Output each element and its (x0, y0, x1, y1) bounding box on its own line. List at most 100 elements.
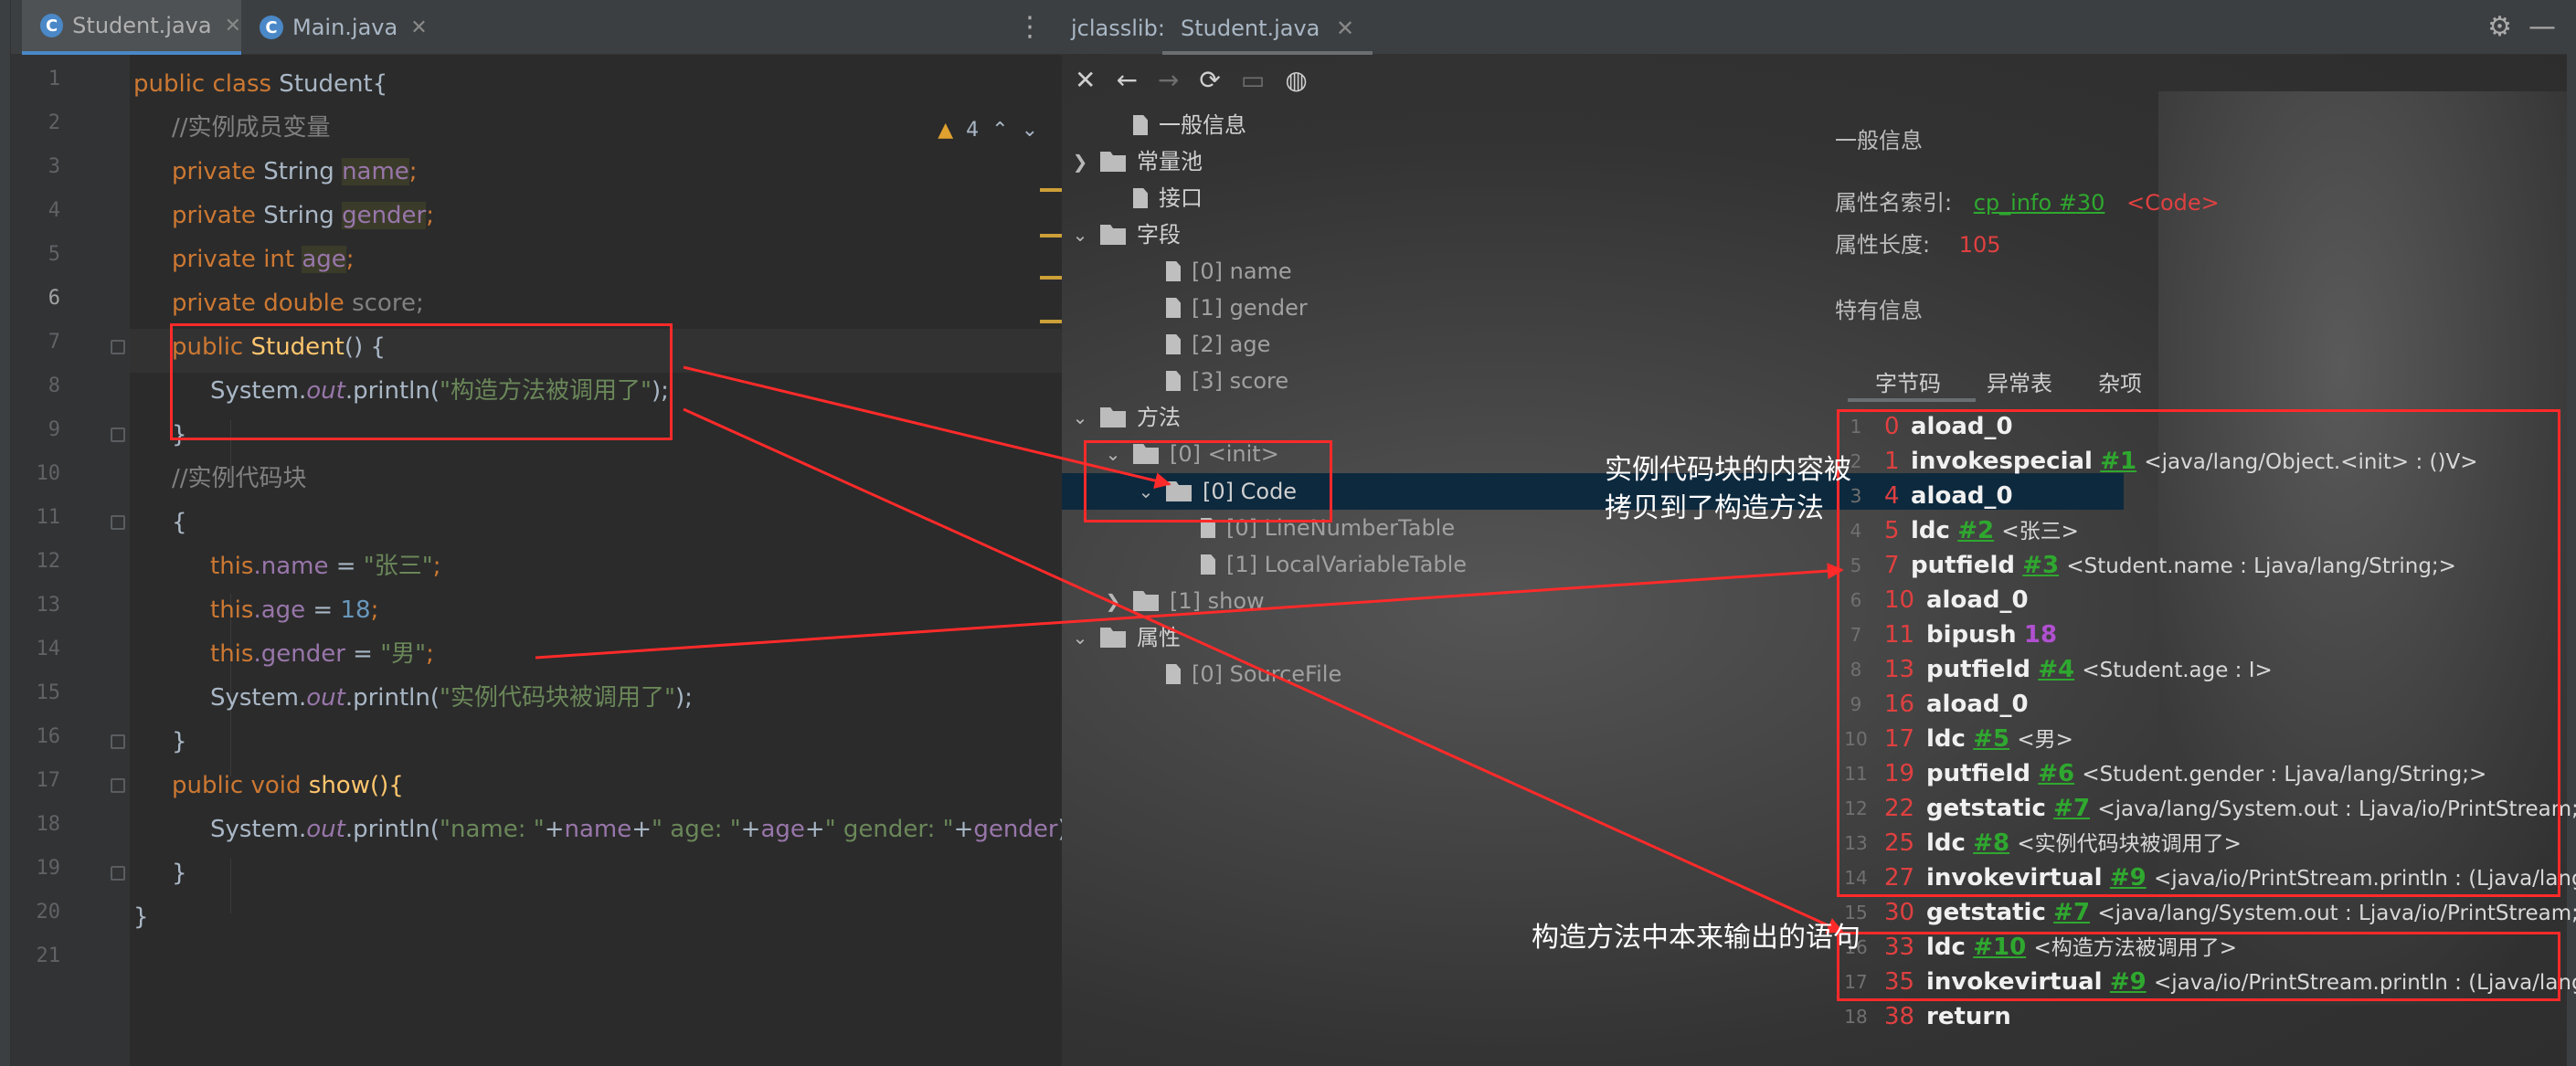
code-editor: C Student.java ✕ C Main.java ✕ ⋮ 1234567… (0, 0, 1076, 1066)
code-token: + (953, 816, 974, 843)
code-line[interactable]: private int age; (172, 237, 355, 281)
bytecode-row[interactable]: 15 30 getstatic #7 <java/lang/System.out :… (1842, 895, 2576, 930)
document-icon (1133, 188, 1148, 208)
bytecode-instruction: return (1926, 999, 2011, 1034)
code-line[interactable]: this.age = 18; (210, 588, 378, 632)
code-line[interactable]: public void show(){ (172, 764, 404, 807)
code-line[interactable]: System.out.println("name: "+name+" age: … (210, 807, 1076, 851)
hide-icon[interactable]: — (2528, 11, 2556, 43)
tab-student-java-bytecode[interactable]: Student.java ✕ (1162, 0, 1373, 55)
code-line[interactable]: public class Student{ (133, 62, 387, 106)
code-line[interactable]: } (133, 895, 149, 939)
bytecode-offset: 30 (1884, 899, 1915, 926)
chevron-right-icon[interactable]: ❯ (1102, 583, 1124, 619)
code-line[interactable]: this.gender = "男"; (210, 632, 434, 676)
bytecode-instruction: getstatic #7 <java/lang/System.out : Lja… (1926, 895, 2576, 931)
forward-arrow-icon[interactable]: → (1158, 65, 1179, 95)
gear-icon[interactable]: ⚙ (2487, 11, 2512, 43)
attr-name-value: <Code> (2126, 190, 2220, 216)
warning-stripe[interactable] (1040, 188, 1062, 192)
tree-item-field[interactable]: [3] score (1135, 363, 1288, 399)
tree-item-field[interactable]: [2] age (1135, 326, 1270, 363)
code-token: ; (408, 158, 418, 185)
chevron-right-icon[interactable]: ❯ (1069, 143, 1091, 180)
tree-item-interfaces[interactable]: 接口 (1102, 180, 1203, 216)
warning-stripe[interactable] (1040, 320, 1062, 323)
jclasslib-toolbar: ✕ ← → ⟳ ▭ ◍ (1062, 57, 2576, 102)
fold-marker-icon[interactable] (111, 866, 125, 881)
tree-item-constant-pool[interactable]: ❯ 常量池 (1069, 143, 1203, 180)
fold-marker-icon[interactable] (111, 427, 125, 442)
chevron-down-icon[interactable]: ⌄ (1022, 119, 1038, 142)
code-token: .gender (253, 640, 345, 668)
tree-item-field[interactable]: [1] gender (1135, 290, 1308, 326)
code-token: } (172, 860, 187, 887)
code-line[interactable]: System.out.println("实例代码块被调用了"); (210, 676, 693, 720)
code-line[interactable]: private double score; (172, 281, 424, 325)
warning-stripe[interactable] (1040, 234, 1062, 237)
fold-marker-icon[interactable] (111, 340, 125, 354)
code-line[interactable]: //实例代码块 (172, 457, 307, 501)
close-icon[interactable]: ✕ (225, 15, 241, 37)
code-line[interactable]: private String gender; (172, 194, 434, 237)
reload-icon[interactable]: ⟳ (1199, 65, 1220, 95)
chevron-down-icon[interactable]: ⌄ (1069, 619, 1091, 656)
tab-label: Student.java (72, 13, 212, 38)
bytecode-row[interactable]: 18 38 return (1842, 999, 2564, 1034)
code-token: show(){ (301, 772, 404, 799)
tab-bytecode[interactable]: 字节码 (1875, 365, 1941, 397)
tree-item-methods[interactable]: ⌄ 方法 (1069, 399, 1181, 436)
code-token: System. (210, 684, 307, 712)
code-line[interactable]: { (172, 501, 187, 544)
globe-icon[interactable]: ◍ (1285, 65, 1307, 95)
fold-marker-icon[interactable] (111, 778, 125, 793)
document-icon (1133, 115, 1148, 135)
chevron-down-icon[interactable]: ⌄ (1069, 216, 1091, 253)
bytecode-comment: <java/lang/System.out : Ljava/io/PrintSt… (2097, 902, 2576, 925)
line-number: 16 (36, 725, 61, 748)
tree-item-general-info[interactable]: 一般信息 (1102, 107, 1246, 143)
inspection-widget[interactable]: ▲ 4 ⌃ ⌄ (938, 119, 1038, 142)
note-line: 拷贝到了构造方法 (1605, 492, 1824, 524)
cp-info-link[interactable]: cp_info #30 (1974, 190, 2105, 216)
tab-main-java[interactable]: C Main.java ✕ (250, 0, 433, 55)
fold-marker-icon[interactable] (111, 734, 125, 749)
code-area[interactable]: ▲ 4 ⌃ ⌄ public class Student{ //实例成员变量 pri… (130, 55, 1076, 1066)
code-token: public void (172, 772, 302, 799)
indent-guide (230, 859, 231, 913)
tree-item-field[interactable]: [0] name (1135, 253, 1292, 290)
tab-misc[interactable]: 杂项 (2098, 365, 2142, 397)
document-icon (1166, 664, 1181, 684)
chevron-down-icon[interactable]: ⌄ (1069, 399, 1091, 436)
save-icon[interactable]: ▭ (1241, 65, 1265, 95)
code-line[interactable]: this.name = "张三"; (210, 544, 440, 588)
code-line[interactable]: } (172, 720, 187, 764)
kebab-menu-icon[interactable]: ⋮ (1016, 11, 1044, 43)
code-token: name (342, 158, 409, 185)
tool-window-strip[interactable] (0, 0, 11, 1066)
tree-item-code-attr[interactable]: [1] LocalVariableTable (1201, 546, 1467, 583)
bytecode-ref[interactable]: #7 (2053, 899, 2090, 926)
tab-student-java[interactable]: C Student.java ✕ (22, 0, 241, 55)
close-icon[interactable]: ✕ (1336, 16, 1354, 41)
tab-exception-table[interactable]: 异常表 (1987, 365, 2052, 397)
chevron-up-icon[interactable]: ⌃ (991, 119, 1008, 142)
tree-item-source-file[interactable]: [0] SourceFile (1135, 656, 1341, 692)
warning-count: 4 (966, 119, 980, 142)
tree-label: [0] name (1192, 259, 1292, 284)
code-token: ); (674, 684, 693, 712)
tree-item-fields[interactable]: ⌄ 字段 (1069, 216, 1181, 253)
tree-item-attributes[interactable]: ⌄ 属性 (1069, 619, 1181, 656)
close-icon[interactable]: ✕ (1075, 65, 1096, 95)
code-line[interactable]: private String name; (172, 150, 418, 194)
code-token: //实例成员变量 (172, 114, 331, 142)
tree-item-method-show[interactable]: ❯ [1] show (1102, 583, 1265, 619)
tab-label: Main.java (292, 15, 398, 40)
fold-marker-icon[interactable] (111, 515, 125, 530)
tree-label: 一般信息 (1159, 112, 1246, 138)
warning-stripe[interactable] (1040, 276, 1062, 280)
code-line[interactable]: } (172, 851, 187, 895)
code-line[interactable]: //实例成员变量 (172, 106, 331, 150)
close-icon[interactable]: ✕ (410, 16, 427, 39)
back-arrow-icon[interactable]: ← (1116, 65, 1137, 95)
